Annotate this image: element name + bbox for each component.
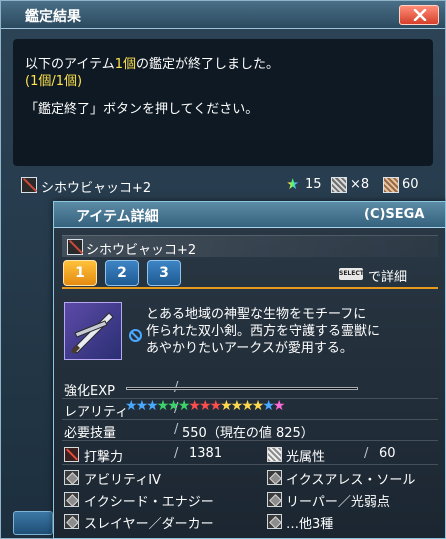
close-icon [413, 9, 427, 21]
ability-item: …他3種 [286, 517, 334, 532]
enhance-exp-label: 強化EXP [64, 384, 115, 399]
ability-item: イクシード・エナジー [84, 495, 214, 510]
row-separator [62, 464, 438, 465]
dual-blades-icon [21, 177, 37, 193]
tab-1[interactable]: 1 [63, 260, 97, 286]
rarity-star-icon: ★ [167, 398, 179, 414]
requirement-value: 550（現在の値 825） [182, 426, 314, 441]
rarity-star-icon: ★ [262, 398, 274, 414]
rarity-star-icon: ★ [251, 398, 264, 414]
ability-icon [267, 514, 282, 529]
item-image [64, 302, 122, 360]
ability-icon [64, 514, 79, 529]
rarity-star-icon: ★ [286, 175, 300, 193]
rarity-star-icon: ★ [125, 398, 137, 414]
dialog-titlebar: 鑑定結果 [1, 1, 445, 29]
finish-appraisal-button[interactable] [13, 511, 53, 535]
dual-blades-image-icon [71, 312, 114, 354]
ability-icon [64, 492, 79, 507]
rarity-stars: ★★★★★★★★★★★★★★★ [125, 398, 285, 414]
ability-item: イクスアレス・ソール [286, 473, 416, 488]
detail-title: アイテム詳細 [76, 209, 159, 225]
rarity-star-icon: ★ [230, 398, 243, 414]
enhance-exp-bar [126, 387, 358, 390]
divider-slash: / [174, 446, 179, 461]
result-row: シホウビャッコ+2 ★ 15 ×8 60 [13, 174, 433, 196]
attack-value: 1381 [189, 446, 223, 461]
progress-text: (1個/1個) [25, 74, 83, 89]
slot-icon [331, 177, 347, 193]
ability-item: アビリティIV [84, 473, 161, 488]
rarity-star-icon: ★ [177, 398, 190, 414]
result-item-name: シホウビャッコ+2 [41, 181, 152, 196]
ability-icon [64, 470, 79, 485]
tab-2[interactable]: 2 [105, 260, 139, 286]
select-hint[interactable]: で詳細 [368, 266, 407, 285]
row-separator [62, 440, 438, 441]
item-detail-panel: アイテム詳細 (C)SEGA シホウビャッコ+2 1 2 3 SELECT で詳… [53, 201, 446, 539]
ability-icon [267, 470, 282, 485]
ability-item: スレイヤー／ダーカー [84, 517, 214, 532]
select-key-icon: SELECT [339, 268, 364, 280]
element-value: 60 [379, 446, 396, 461]
detail-item-name: シホウビャッコ+2 [86, 243, 197, 258]
description-line: あやかりたいアークスが愛用する。 [146, 341, 353, 356]
lock-icon [129, 329, 142, 342]
element-label: 光属性 [286, 450, 326, 465]
requirement-label: 必要技量 [64, 426, 117, 441]
close-button[interactable] [399, 5, 439, 25]
rarity-star-icon: ★ [188, 398, 200, 414]
rarity-star-icon: ★ [241, 398, 253, 414]
rarity-star-icon: ★ [156, 398, 169, 414]
tab-underline [62, 287, 438, 289]
instruction-text: 「鑑定終了」ボタンを押してください。 [25, 102, 259, 117]
light-element-icon [267, 447, 282, 462]
rarity-star-icon: ★ [198, 398, 211, 414]
rarity-star-icon: ★ [135, 398, 148, 414]
grind-icon [383, 177, 399, 193]
detail-name-bar: シホウビャッコ+2 [62, 235, 438, 258]
ability-item: リーパー／光弱点 [286, 495, 390, 510]
result-fix-value: 60 [402, 177, 419, 192]
rarity-star-icon: ★ [272, 398, 285, 414]
row-separator [62, 419, 438, 420]
rarity-star-icon: ★ [146, 398, 158, 414]
tab-3[interactable]: 3 [147, 260, 181, 286]
message-suffix: の鑑定が終了しました。 [135, 57, 279, 72]
result-rarity: 15 [305, 177, 322, 192]
dialog-title: 鑑定結果 [25, 9, 81, 25]
divider-slash: / [174, 422, 179, 437]
divider-slash: / [364, 446, 369, 461]
detail-titlebar: アイテム詳細 (C)SEGA [54, 202, 445, 228]
ability-icon [267, 492, 282, 507]
rarity-star-icon: ★ [220, 398, 232, 414]
result-slots: ×8 [350, 177, 370, 192]
dual-blades-icon [67, 239, 83, 255]
rarity-star-icon: ★ [209, 398, 222, 414]
attack-label: 打撃力 [84, 450, 124, 465]
attack-icon [64, 447, 79, 462]
rarity-label: レアリティ [64, 405, 129, 420]
message-box: 以下のアイテム1個の鑑定が終了しました。 (1個/1個) 「鑑定終了」ボタンを押… [13, 39, 433, 166]
message-count: 1個 [114, 57, 136, 72]
copyright-text: (C)SEGA [364, 207, 425, 222]
